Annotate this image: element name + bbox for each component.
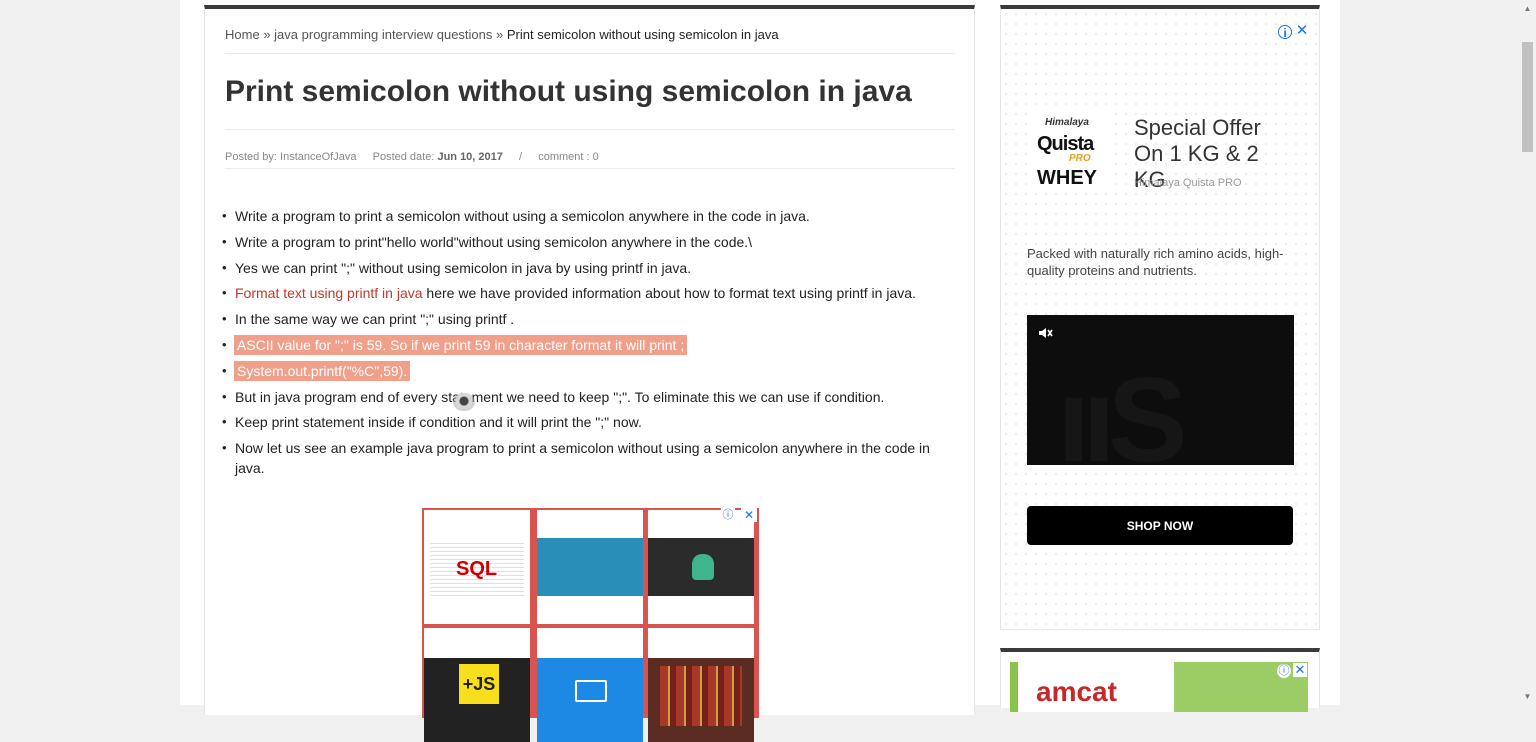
ad-tile-books[interactable] bbox=[648, 628, 754, 742]
list-item-text: here we have provided information about … bbox=[422, 285, 916, 302]
scroll-down-arrow-icon[interactable]: ▼ bbox=[1519, 688, 1536, 705]
amcat-logo: amcat bbox=[1036, 676, 1117, 707]
mouse-cursor-icon bbox=[453, 393, 475, 411]
scroll-up-arrow-icon[interactable]: ▲ bbox=[1519, 0, 1536, 17]
ad-info-icon[interactable]: ⓘ bbox=[1277, 664, 1291, 678]
video-frame: ııS bbox=[1057, 353, 1188, 465]
highlighted-text: System.out.printf("%C",59). bbox=[234, 360, 411, 381]
meta-divider bbox=[225, 168, 955, 169]
article-card: Home » java programming interview questi… bbox=[204, 5, 975, 742]
list-item: Format text using printf in java here we… bbox=[222, 283, 950, 303]
posted-date-label: Posted date: bbox=[372, 151, 435, 163]
ad-tile-label: SQL bbox=[456, 558, 498, 580]
logo-product: WHEY bbox=[1037, 167, 1097, 189]
grid-ad[interactable]: SQL +JS ⓘ ✕ bbox=[422, 508, 759, 742]
books-icon bbox=[660, 666, 742, 726]
list-item-text: Write a program to print"hello world"wit… bbox=[235, 233, 753, 250]
logo-tag: PRO bbox=[1069, 153, 1091, 164]
page-title: Print semicolon without using semicolon … bbox=[225, 75, 912, 108]
ad-video[interactable]: ııS bbox=[1027, 315, 1294, 465]
posted-by-label: Posted by: bbox=[225, 151, 277, 163]
breadcrumb-home-link[interactable]: Home bbox=[225, 27, 260, 42]
breadcrumb-separator: » bbox=[263, 27, 271, 42]
hacker-icon bbox=[692, 554, 714, 580]
ad-description: Packed with naturally rich amino acids, … bbox=[1027, 246, 1284, 278]
ad-tile-label: +JS bbox=[459, 664, 499, 704]
list-item-text: In the same way we can print ";" using p… bbox=[235, 311, 515, 328]
ad-tile-hacker[interactable] bbox=[648, 510, 754, 624]
scrollbar-thumb[interactable] bbox=[1522, 42, 1533, 152]
ad-tile-graphic bbox=[537, 538, 643, 596]
highlighted-text: ASCII value for ";" is 59. So if we prin… bbox=[234, 334, 688, 355]
sidebar-ad[interactable]: i ✕ Himalaya Quista PRO WHEY Special Off… bbox=[1000, 5, 1320, 630]
list-item-text: But in java program end of every stateme… bbox=[235, 388, 885, 405]
ad-advertiser: Himalaya Quista PRO bbox=[1134, 177, 1242, 189]
list-item-text: Yes we can print ";" without using semic… bbox=[235, 259, 692, 276]
mute-icon[interactable] bbox=[1037, 325, 1053, 341]
ad-info-icon[interactable]: i bbox=[1278, 25, 1292, 40]
content-list: Write a program to print a semicolon wit… bbox=[222, 206, 950, 484]
product-logo: Himalaya Quista PRO WHEY bbox=[1031, 113, 1111, 193]
breadcrumb-current: Print semicolon without using semicolon … bbox=[506, 27, 779, 42]
ad-close-icon[interactable]: ✕ bbox=[1293, 663, 1307, 677]
list-item: Yes we can print ";" without using semic… bbox=[222, 258, 950, 278]
list-item: Keep print statement inside if condition… bbox=[222, 412, 950, 432]
monitor-icon bbox=[575, 680, 607, 702]
list-item: But in java program end of every stateme… bbox=[222, 387, 950, 407]
ad-tile-sql[interactable]: SQL bbox=[424, 510, 530, 624]
list-item-text: Now let us see an example java program t… bbox=[235, 440, 930, 477]
breadcrumb-separator: » bbox=[496, 27, 504, 42]
ad-close-icon[interactable]: ✕ bbox=[741, 508, 757, 522]
shop-now-button[interactable]: SHOP NOW bbox=[1027, 506, 1293, 545]
list-item: System.out.printf("%C",59). bbox=[222, 360, 950, 381]
meta-separator: / bbox=[519, 151, 523, 163]
list-item-text: Write a program to print a semicolon wit… bbox=[235, 208, 810, 224]
logo-brand: Himalaya bbox=[1045, 117, 1089, 128]
ad-close-icon[interactable]: ✕ bbox=[1294, 23, 1310, 39]
post-date: Jun 10, 2017 bbox=[437, 151, 503, 163]
post-meta: Posted by: InstanceOfJava Posted date: J… bbox=[225, 151, 599, 163]
list-item: Write a program to print a semicolon wit… bbox=[222, 206, 950, 226]
format-text-printf-link[interactable]: Format text using printf in java bbox=[235, 285, 423, 301]
scrollbar[interactable]: ▲ ▼ bbox=[1519, 0, 1536, 705]
author-link[interactable]: InstanceOfJava bbox=[280, 151, 356, 163]
ad-tile-screen[interactable] bbox=[537, 628, 643, 742]
list-item: Now let us see an example java program t… bbox=[222, 438, 950, 478]
breadcrumb: Home » java programming interview questi… bbox=[225, 27, 955, 54]
list-item-text: Keep print statement inside if condition… bbox=[235, 414, 642, 431]
list-item: Write a program to print"hello world"wit… bbox=[222, 232, 950, 252]
list-item: In the same way we can print ";" using p… bbox=[222, 309, 950, 329]
comments-link[interactable]: comment : 0 bbox=[538, 151, 599, 163]
title-divider bbox=[225, 129, 955, 130]
ad-tile-team[interactable] bbox=[537, 510, 643, 624]
list-item: ASCII value for ";" is 59. So if we prin… bbox=[222, 334, 950, 355]
breadcrumb-category-link[interactable]: java programming interview questions bbox=[274, 27, 492, 42]
ad-tile-js[interactable]: +JS bbox=[424, 628, 530, 742]
ad-info-icon[interactable]: ⓘ bbox=[721, 508, 735, 522]
sidebar-ad-2: amcat ⓘ ✕ bbox=[1000, 648, 1320, 712]
